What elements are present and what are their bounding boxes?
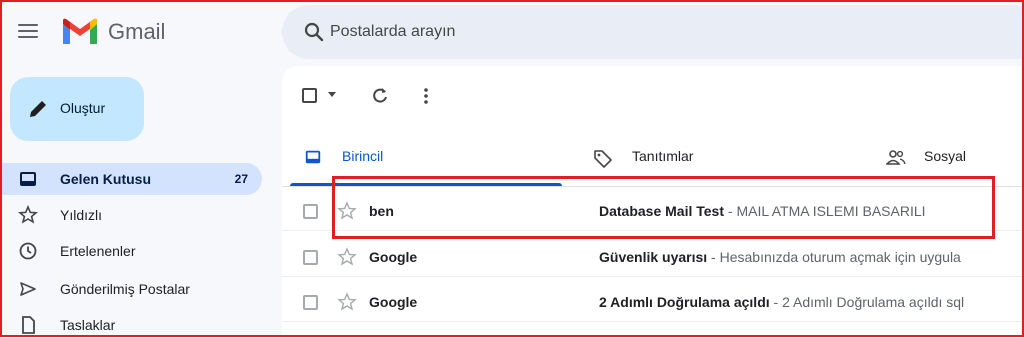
email-snippet: - Hesabınızda oturum açmak için uygula — [707, 249, 961, 265]
refresh-icon[interactable] — [370, 84, 390, 108]
row-checkbox[interactable] — [303, 250, 318, 265]
sidebar-item-label: Taslaklar — [60, 317, 116, 333]
email-row[interactable]: ben Database Mail Test - MAIL ATMA ISLEM… — [282, 191, 1024, 231]
unread-count-badge: 27 — [234, 172, 248, 186]
email-sender: Google — [369, 294, 418, 310]
main-menu-button[interactable] — [14, 20, 42, 48]
row-checkbox[interactable] — [303, 204, 318, 219]
email-snippet: - 2 Adımlı Doğrulama açıldı sql — [769, 294, 965, 310]
tab-label: Birincil — [342, 148, 384, 164]
checkbox-icon — [302, 88, 317, 103]
star-icon[interactable] — [337, 247, 357, 267]
email-row[interactable]: Google 2 Adımlı Doğrulama açıldı - 2 Adı… — [282, 282, 1024, 322]
sidebar-item-sent[interactable]: Gönderilmiş Postalar — [0, 273, 262, 305]
tab-divider — [282, 186, 1024, 187]
more-options-icon[interactable] — [420, 84, 432, 108]
email-subject-line: 2 Adımlı Doğrulama açıldı - 2 Adımlı Doğ… — [599, 294, 1024, 310]
search-bar[interactable] — [282, 5, 1024, 59]
email-row[interactable]: Google Güvenlik uyarısı - Hesabınızda ot… — [282, 237, 1024, 277]
email-sender: Google — [369, 249, 418, 265]
sidebar-item-label: Gelen Kutusu — [60, 171, 152, 187]
sidebar-item-inbox[interactable]: Gelen Kutusu 27 — [0, 163, 262, 195]
sidebar-item-snoozed[interactable]: Ertelenenler — [0, 235, 262, 267]
send-icon — [20, 282, 36, 296]
draft-icon — [22, 316, 35, 334]
search-icon[interactable] — [302, 20, 326, 44]
compose-button[interactable]: Oluştur — [10, 77, 144, 141]
chevron-down-icon[interactable] — [328, 92, 336, 98]
pencil-icon — [30, 101, 46, 117]
search-input[interactable] — [330, 17, 930, 47]
row-checkbox[interactable] — [303, 295, 318, 310]
tag-icon — [594, 150, 612, 168]
inbox-icon — [20, 172, 36, 186]
clock-icon — [19, 242, 37, 260]
sidebar-item-drafts[interactable]: Taslaklar — [0, 309, 262, 337]
email-subject-line: Güvenlik uyarısı - Hesabınızda oturum aç… — [599, 249, 1024, 265]
inbox-icon — [305, 150, 321, 164]
people-icon — [886, 150, 906, 165]
gmail-logo[interactable] — [60, 16, 100, 48]
star-icon[interactable] — [337, 201, 357, 221]
tab-label: Sosyal — [924, 148, 967, 164]
email-subject: 2 Adımlı Doğrulama açıldı — [599, 294, 770, 310]
sidebar-item-starred[interactable]: Yıldızlı — [0, 199, 262, 231]
email-snippet: - MAIL ATMA ISLEMI BASARILI — [724, 203, 926, 219]
tab-social[interactable]: Sosyal — [870, 133, 1024, 185]
email-subject: Database Mail Test — [599, 203, 725, 219]
compose-label: Oluştur — [60, 100, 106, 116]
sidebar-item-label: Yıldızlı — [60, 207, 103, 223]
email-subject: Güvenlik uyarısı — [599, 249, 708, 265]
star-icon — [18, 205, 38, 224]
sidebar-item-label: Gönderilmiş Postalar — [60, 281, 190, 297]
app-title: Gmail — [108, 19, 166, 44]
email-sender: ben — [369, 203, 394, 219]
sidebar-item-label: Ertelenenler — [60, 243, 136, 259]
star-icon[interactable] — [337, 292, 357, 312]
tab-promotions[interactable]: Tanıtımlar — [580, 133, 852, 185]
select-all-checkbox[interactable] — [302, 84, 342, 108]
tab-label: Tanıtımlar — [632, 148, 694, 164]
email-subject-line: Database Mail Test - MAIL ATMA ISLEMI BA… — [599, 203, 1024, 219]
tab-primary[interactable]: Birincil — [290, 133, 562, 185]
